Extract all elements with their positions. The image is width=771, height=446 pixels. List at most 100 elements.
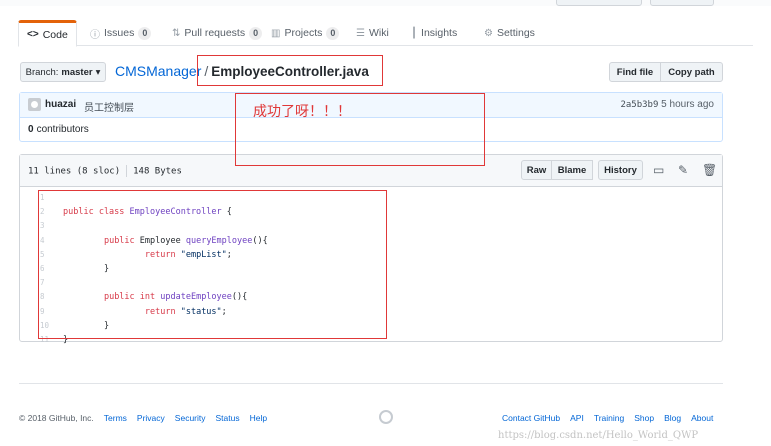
tab-projects[interactable]: ▥ Projects 0 [263, 20, 347, 46]
footer-link-api[interactable]: API [570, 413, 584, 423]
breadcrumb-separator: / [204, 63, 209, 79]
tab-settings[interactable]: ⚙ Settings [476, 20, 543, 46]
line-content: public class EmployeeController { [63, 207, 232, 218]
code-line: 1 [20, 191, 380, 205]
tab-code[interactable]: <> Code [18, 20, 77, 47]
desktop-icon[interactable]: ▭ [653, 163, 664, 177]
code-line: 2 public class EmployeeController { [20, 205, 380, 219]
footer-link-terms[interactable]: Terms [104, 413, 127, 423]
code-line: 4 public Employee queryEmployee(){ [20, 234, 380, 248]
footer-link-about[interactable]: About [691, 413, 713, 423]
line-number[interactable]: 10 [40, 319, 50, 333]
find-file-button[interactable]: Find file [609, 62, 661, 82]
pencil-icon[interactable]: ✎ [678, 163, 688, 177]
line-number[interactable]: 6 [40, 262, 50, 276]
line-content: } [63, 334, 69, 345]
contributors-count: 0 [28, 124, 34, 135]
tab-label: Code [42, 28, 68, 41]
line-content: } [63, 263, 110, 274]
footer-link-blog[interactable]: Blog [664, 413, 681, 423]
trash-icon[interactable]: 🗑 [702, 163, 717, 177]
code-block: 1 2 public class EmployeeController { 3 4… [20, 191, 380, 347]
commit-author[interactable]: huazai [45, 99, 76, 110]
commit-tease: huazai 员工控制层 2a5b3b9 5 hours ago 0 contri… [19, 92, 723, 142]
tab-pull-requests[interactable]: ⇅ Pull requests 0 [164, 20, 270, 46]
history-button[interactable]: History [598, 160, 643, 180]
avatar[interactable] [28, 98, 41, 111]
footer-link-security[interactable]: Security [175, 413, 206, 423]
commit-sha[interactable]: 2a5b3b9 [620, 100, 658, 110]
line-number[interactable]: 4 [40, 234, 50, 248]
branch-select-button[interactable]: Branch: master ▾ [20, 62, 106, 82]
line-number[interactable]: 2 [40, 205, 50, 219]
github-logo-icon[interactable] [379, 410, 393, 424]
line-number[interactable]: 3 [40, 219, 50, 233]
tab-label: Insights [421, 27, 458, 39]
line-number[interactable]: 8 [40, 290, 50, 304]
commit-meta: 2a5b3b9 5 hours ago [620, 99, 714, 110]
graph-icon: ┃ [411, 27, 418, 39]
footer-link-training[interactable]: Training [594, 413, 624, 423]
line-number[interactable]: 7 [40, 276, 50, 290]
tab-wiki[interactable]: ☰ Wiki [348, 20, 397, 46]
raw-button[interactable]: Raw [521, 160, 552, 180]
line-content: } [63, 320, 110, 331]
line-number[interactable]: 9 [40, 305, 50, 319]
footer-link-privacy[interactable]: Privacy [137, 413, 165, 423]
projects-count: 0 [326, 26, 340, 40]
file-size: 148 Bytes [133, 166, 182, 177]
line-number[interactable]: 1 [40, 191, 50, 205]
watch-button[interactable] [556, 0, 642, 6]
branch-name: master [61, 66, 93, 78]
latest-commit-row: huazai 员工控制层 2a5b3b9 5 hours ago [20, 93, 722, 118]
gear-icon: ⚙ [484, 27, 493, 39]
footer-left: © 2018 GitHub, Inc. Terms Privacy Securi… [19, 413, 267, 423]
star-button[interactable] [650, 0, 714, 6]
tab-label: Settings [496, 27, 535, 39]
contributors-summary[interactable]: 0 contributors [28, 124, 89, 135]
line-number[interactable]: 11 [40, 333, 50, 347]
code-line: 8 public int updateEmployee(){ [20, 290, 380, 304]
commit-time: 5 hours ago [661, 99, 714, 110]
line-content: return "empList"; [144, 249, 232, 260]
footer-link-shop[interactable]: Shop [634, 413, 654, 423]
code-line: 7 [20, 276, 380, 290]
tab-label: Issues [104, 27, 135, 39]
issue-icon: ⓘ [90, 29, 100, 41]
blame-button[interactable]: Blame [551, 160, 593, 180]
file-line-count: 11 lines (8 sloc) [28, 166, 121, 177]
watermark: https://blog.csdn.net/Hello_World_QWP [498, 430, 699, 441]
repo-nav-tabs: <> Code ⓘ Issues 0 ⇅ Pull requests 0 ▥ P… [18, 20, 753, 47]
contributors-label: contributors [36, 124, 89, 135]
code-icon: <> [27, 29, 39, 40]
tab-label: Pull requests [184, 27, 246, 39]
footer-divider [19, 383, 723, 384]
file-header: 11 lines (8 sloc) 148 Bytes Raw Blame His… [20, 155, 722, 187]
branch-prefix: Branch: [25, 66, 59, 78]
line-content: public Employee queryEmployee(){ [103, 235, 268, 246]
footer-link-help[interactable]: Help [250, 413, 267, 423]
copy-path-button[interactable]: Copy path [660, 62, 723, 82]
line-number[interactable]: 5 [40, 248, 50, 262]
code-line: 11} [20, 333, 380, 347]
line-content: public int updateEmployee(){ [103, 292, 248, 303]
pull-request-icon: ⇅ [172, 27, 181, 39]
tab-insights[interactable]: ┃ Insights [403, 20, 465, 46]
footer-link-contact[interactable]: Contact GitHub [502, 413, 560, 423]
project-icon: ▥ [271, 27, 281, 39]
breadcrumb-file-name: EmployeeController.java [211, 64, 369, 79]
breadcrumb: CMSManager / EmployeeController.java [115, 63, 369, 79]
issues-count: 0 [138, 26, 152, 40]
code-line: 9 return "status"; [20, 305, 380, 319]
footer-right: Contact GitHub API Training Shop Blog Ab… [502, 413, 713, 423]
line-content: return "status"; [144, 306, 227, 317]
tab-label: Wiki [368, 27, 389, 39]
breadcrumb-repo-link[interactable]: CMSManager [115, 63, 201, 79]
pull-requests-count: 0 [249, 26, 263, 40]
commit-message[interactable]: 员工控制层 [84, 99, 134, 114]
code-line: 6 } [20, 262, 380, 276]
info-divider [126, 165, 128, 177]
code-line: 3 [20, 219, 380, 233]
tab-issues[interactable]: ⓘ Issues 0 [82, 20, 159, 46]
footer-link-status[interactable]: Status [216, 413, 240, 423]
